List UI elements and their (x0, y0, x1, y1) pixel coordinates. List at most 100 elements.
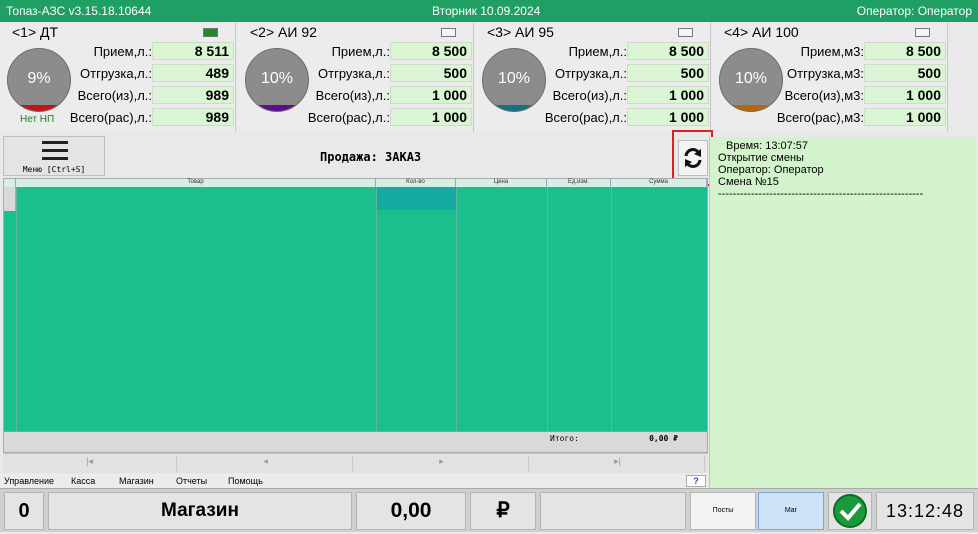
col-header-sum[interactable]: Сумма (611, 179, 707, 187)
col-header-unit[interactable]: Ед.изм. (547, 179, 611, 187)
row-header-corner (4, 179, 16, 187)
menu-item-reports[interactable]: Отчеты (176, 476, 207, 486)
tank-row-label: Всего(рас),м3: (776, 110, 864, 125)
tank-row-label: Прием,л.: (331, 44, 390, 59)
row-selector[interactable] (4, 187, 16, 211)
refresh-button[interactable] (678, 140, 708, 176)
tank-panel[interactable]: <2> АИ 92 10% Прием,л.: 8 500 Отгрузка,л.: 50… (238, 22, 474, 132)
tank-row-value: 1 000 (864, 86, 946, 104)
posts-button[interactable]: Посты (690, 492, 756, 530)
title-bar: Топаз-АЗС v3.15.18.10644 Вторник 10.09.2… (0, 0, 978, 22)
tank-title: <2> АИ 92 (250, 24, 317, 40)
col-header-price[interactable]: Цена (456, 179, 547, 187)
tank-title: <4> АИ 100 (724, 24, 799, 40)
refresh-icon (684, 148, 702, 168)
item-count: 0 (4, 492, 44, 530)
tank-row-label: Отгрузка,л.: (555, 66, 627, 81)
tank-row-value: 989 (152, 86, 234, 104)
tank-row-value: 989 (152, 108, 234, 126)
tank-row-label: Прием,л.: (568, 44, 627, 59)
tank-title: <3> АИ 95 (487, 24, 554, 40)
tank-row-label: Всего(из),л.: (552, 88, 627, 103)
tank-row-value: 1 000 (864, 108, 946, 126)
clock: 13:12:48 (876, 492, 974, 530)
tank-row-value: 500 (627, 64, 709, 82)
grid-line (16, 187, 17, 432)
tank-row-label: Всего(рас),л.: (544, 110, 627, 125)
tank-row-label: Всего(рас),л.: (69, 110, 152, 125)
tank-row-value: 1 000 (390, 108, 472, 126)
tank-panel[interactable]: <3> АИ 95 10% Прием,л.: 8 500 Отгрузка,л.: 50… (475, 22, 711, 132)
menu-item-shop[interactable]: Магазин (119, 476, 154, 486)
tank-row-value: 8 500 (864, 42, 946, 60)
total-value: 0,00 ₽ (649, 434, 678, 443)
tank-row-label: Всего(из),л.: (315, 88, 390, 103)
date-label: Вторник 10.09.2024 (432, 4, 541, 18)
log-line: Открытие смены (718, 152, 804, 164)
log-line: ----------------------------------------… (718, 188, 924, 200)
tank-row-label: Отгрузка,л.: (80, 66, 152, 81)
sale-title: Продажа: ЗАКАЗ (320, 150, 422, 164)
menu-bar: Управление Касса Магазин Отчеты Помощь ? (0, 474, 708, 488)
tank-row-label: Прием,м3: (800, 44, 864, 59)
col-header-product[interactable]: Товар (16, 179, 376, 187)
menu-item-management[interactable]: Управление (4, 476, 54, 486)
nav-bar: |◂ ◂ ▸ ▸| (3, 453, 708, 473)
status-bar: 0 Магазин 0,00 ₽ Посты Маг 13:12:48 (0, 488, 978, 532)
checkmark-icon (833, 494, 867, 528)
tank-row-label: Всего(рас),л.: (307, 110, 390, 125)
menu-button-label: Меню [Ctrl+S] (22, 165, 86, 174)
sales-grid[interactable]: Товар Кол-во Цена Ед.изм. Сумма Итого: 0… (3, 178, 708, 453)
tank-row-label: Всего(из),л.: (77, 88, 152, 103)
grid-line (376, 187, 377, 432)
log-line: Время: 13:07:57 (726, 140, 809, 152)
tank-status-indicator (678, 28, 693, 37)
tank-row-label: Всего(из),м3: (784, 88, 864, 103)
tank-row-value: 1 000 (627, 86, 709, 104)
shop-button[interactable]: Маг (758, 492, 824, 530)
col-header-qty[interactable]: Кол-во (376, 179, 456, 187)
tank-row-value: 489 (152, 64, 234, 82)
tank-row-value: 1 000 (390, 86, 472, 104)
tank-row-value: 1 000 (627, 108, 709, 126)
tank-row-label: Отгрузка,л.: (318, 66, 390, 81)
nav-first-button[interactable]: |◂ (3, 456, 177, 471)
tank-row-label: Отгрузка,м3: (787, 66, 864, 81)
currency-button[interactable]: ₽ (470, 492, 536, 530)
confirm-button[interactable] (828, 492, 872, 530)
menu-item-help[interactable]: Помощь (228, 476, 263, 486)
selected-cell[interactable] (376, 187, 456, 210)
tank-row-value: 8 511 (152, 42, 234, 60)
tank-row-value: 8 500 (390, 42, 472, 60)
log-panel: Время: 13:07:57 Открытие смены Оператор:… (709, 137, 977, 488)
nav-prev-button[interactable]: ◂ (179, 456, 353, 471)
tank-panel[interactable]: <4> АИ 100 10% Прием,м3: 8 500 Отгрузка,м3: 5… (712, 22, 948, 132)
tank-status-indicator (203, 28, 218, 37)
tank-row-value: 500 (390, 64, 472, 82)
section-label[interactable]: Магазин (48, 492, 352, 530)
tank-title: <1> ДТ (12, 24, 59, 40)
tank-row-value: 8 500 (627, 42, 709, 60)
grid-line (456, 187, 457, 432)
amount-display: 0,00 (356, 492, 466, 530)
tank-panel[interactable]: <1> ДТ 9% Нет НП Прием,л.: 8 511 Отгрузка,л.:… (0, 22, 236, 132)
status-empty-field (540, 492, 686, 530)
help-icon[interactable]: ? (686, 475, 706, 487)
grid-line (611, 187, 612, 432)
operator-label: Оператор: Оператор (856, 4, 972, 18)
menu-item-cash[interactable]: Касса (71, 476, 95, 486)
log-line: Смена №15 (718, 176, 779, 188)
total-label: Итого: (550, 434, 579, 443)
tank-row-value: 500 (864, 64, 946, 82)
nav-last-button[interactable]: ▸| (531, 456, 705, 471)
tank-row-label: Прием,л.: (93, 44, 152, 59)
grid-line (547, 187, 548, 432)
menu-button[interactable]: Меню [Ctrl+S] (3, 136, 105, 176)
grid-footer: Итого: 0,00 ₽ (4, 431, 707, 452)
hamburger-icon (42, 141, 68, 161)
app-title: Топаз-АЗС v3.15.18.10644 (6, 4, 152, 18)
log-line: Оператор: Оператор (718, 164, 824, 176)
tank-status-indicator (441, 28, 456, 37)
nav-next-button[interactable]: ▸ (355, 456, 529, 471)
tank-status-indicator (915, 28, 930, 37)
